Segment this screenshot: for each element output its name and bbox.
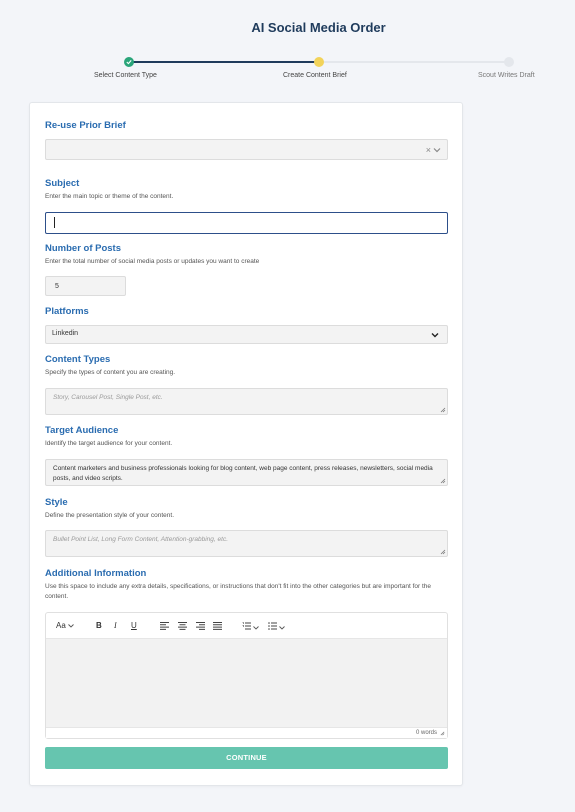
align-center-icon[interactable] <box>178 622 187 630</box>
num-posts-description: Enter the total number of social media p… <box>45 258 260 265</box>
chevron-down-icon <box>253 626 260 630</box>
step-label-create-content-brief: Create Content Brief <box>283 72 347 79</box>
step-label-scout-writes-draft: Scout Writes Draft <box>478 72 535 79</box>
underline-button[interactable]: U <box>131 621 137 630</box>
content-types-description: Specify the types of content you are cre… <box>45 369 176 376</box>
text-caret <box>54 217 55 228</box>
content-types-textarea[interactable]: Story, Carousel Post, Single Post, etc. <box>45 388 448 415</box>
resize-handle-icon[interactable] <box>440 731 445 736</box>
style-description: Define the presentation style of your co… <box>45 512 174 519</box>
progress-stepper: Select Content Type Create Content Brief… <box>0 56 575 86</box>
reuse-brief-select[interactable]: × <box>45 139 448 160</box>
align-justify-icon[interactable] <box>213 622 222 630</box>
platforms-select[interactable]: Linkedin <box>45 325 448 344</box>
style-textarea[interactable]: Bullet Point List, Long Form Content, At… <box>45 530 448 557</box>
bullet-list-icon <box>268 622 277 630</box>
subject-title: Subject <box>45 178 80 189</box>
chevron-down-icon <box>279 626 286 630</box>
continue-button[interactable]: CONTINUE <box>45 747 448 769</box>
numbered-list-icon <box>242 622 251 630</box>
reuse-brief-title: Re-use Prior Brief <box>45 120 126 131</box>
additional-info-description: Use this space to include any extra deta… <box>45 583 432 600</box>
chevron-down-icon[interactable] <box>433 147 441 153</box>
bold-button[interactable]: B <box>96 621 102 630</box>
num-posts-input[interactable]: 5 <box>45 276 126 296</box>
platforms-select-value: Linkedin <box>52 330 79 337</box>
editor-content-area[interactable] <box>46 639 447 727</box>
step-pending-dot <box>504 57 514 67</box>
resize-handle-icon[interactable] <box>440 549 446 555</box>
content-types-title: Content Types <box>45 354 111 365</box>
clear-icon[interactable]: × <box>426 145 431 155</box>
resize-handle-icon[interactable] <box>440 407 446 413</box>
word-count: 0 words <box>415 730 437 736</box>
editor-footer: 0 words <box>46 727 447 738</box>
resize-handle-icon[interactable] <box>440 478 446 484</box>
additional-info-title: Additional Information <box>45 568 147 579</box>
step-label-select-content-type: Select Content Type <box>94 72 157 79</box>
align-right-icon[interactable] <box>196 622 205 630</box>
style-title: Style <box>45 497 68 508</box>
stepper-line-complete <box>129 61 319 63</box>
rich-text-editor[interactable]: Aa B I U 0 words <box>45 612 448 739</box>
editor-toolbar: Aa B I U <box>46 613 447 639</box>
italic-button[interactable]: I <box>114 621 117 630</box>
subject-description: Enter the main topic or theme of the con… <box>45 193 174 200</box>
bullet-list-dropdown[interactable] <box>268 622 286 632</box>
style-placeholder: Bullet Point List, Long Form Content, At… <box>53 536 228 543</box>
page-title: AI Social Media Order <box>251 20 386 35</box>
subject-input[interactable] <box>45 212 448 234</box>
stepper-line-pending <box>319 61 509 63</box>
platforms-title: Platforms <box>45 306 89 317</box>
target-audience-title: Target Audience <box>45 425 119 436</box>
target-audience-value: Content marketers and business professio… <box>53 465 433 482</box>
font-size-label: Aa <box>56 621 66 630</box>
numbered-list-dropdown[interactable] <box>242 622 260 632</box>
chevron-down-icon <box>68 624 74 628</box>
chevron-down-icon[interactable] <box>431 332 439 338</box>
step-current-dot <box>314 57 324 67</box>
num-posts-title: Number of Posts <box>45 243 122 254</box>
brief-form-card: Re-use Prior Brief × Subject Enter the m… <box>29 102 463 786</box>
step-complete-check-icon <box>124 57 134 67</box>
target-audience-textarea[interactable]: Content marketers and business professio… <box>45 459 448 486</box>
font-size-dropdown[interactable]: Aa <box>56 621 74 630</box>
align-left-icon[interactable] <box>160 622 169 630</box>
content-types-placeholder: Story, Carousel Post, Single Post, etc. <box>53 394 163 401</box>
target-audience-description: Identify the target audience for your co… <box>45 440 173 447</box>
